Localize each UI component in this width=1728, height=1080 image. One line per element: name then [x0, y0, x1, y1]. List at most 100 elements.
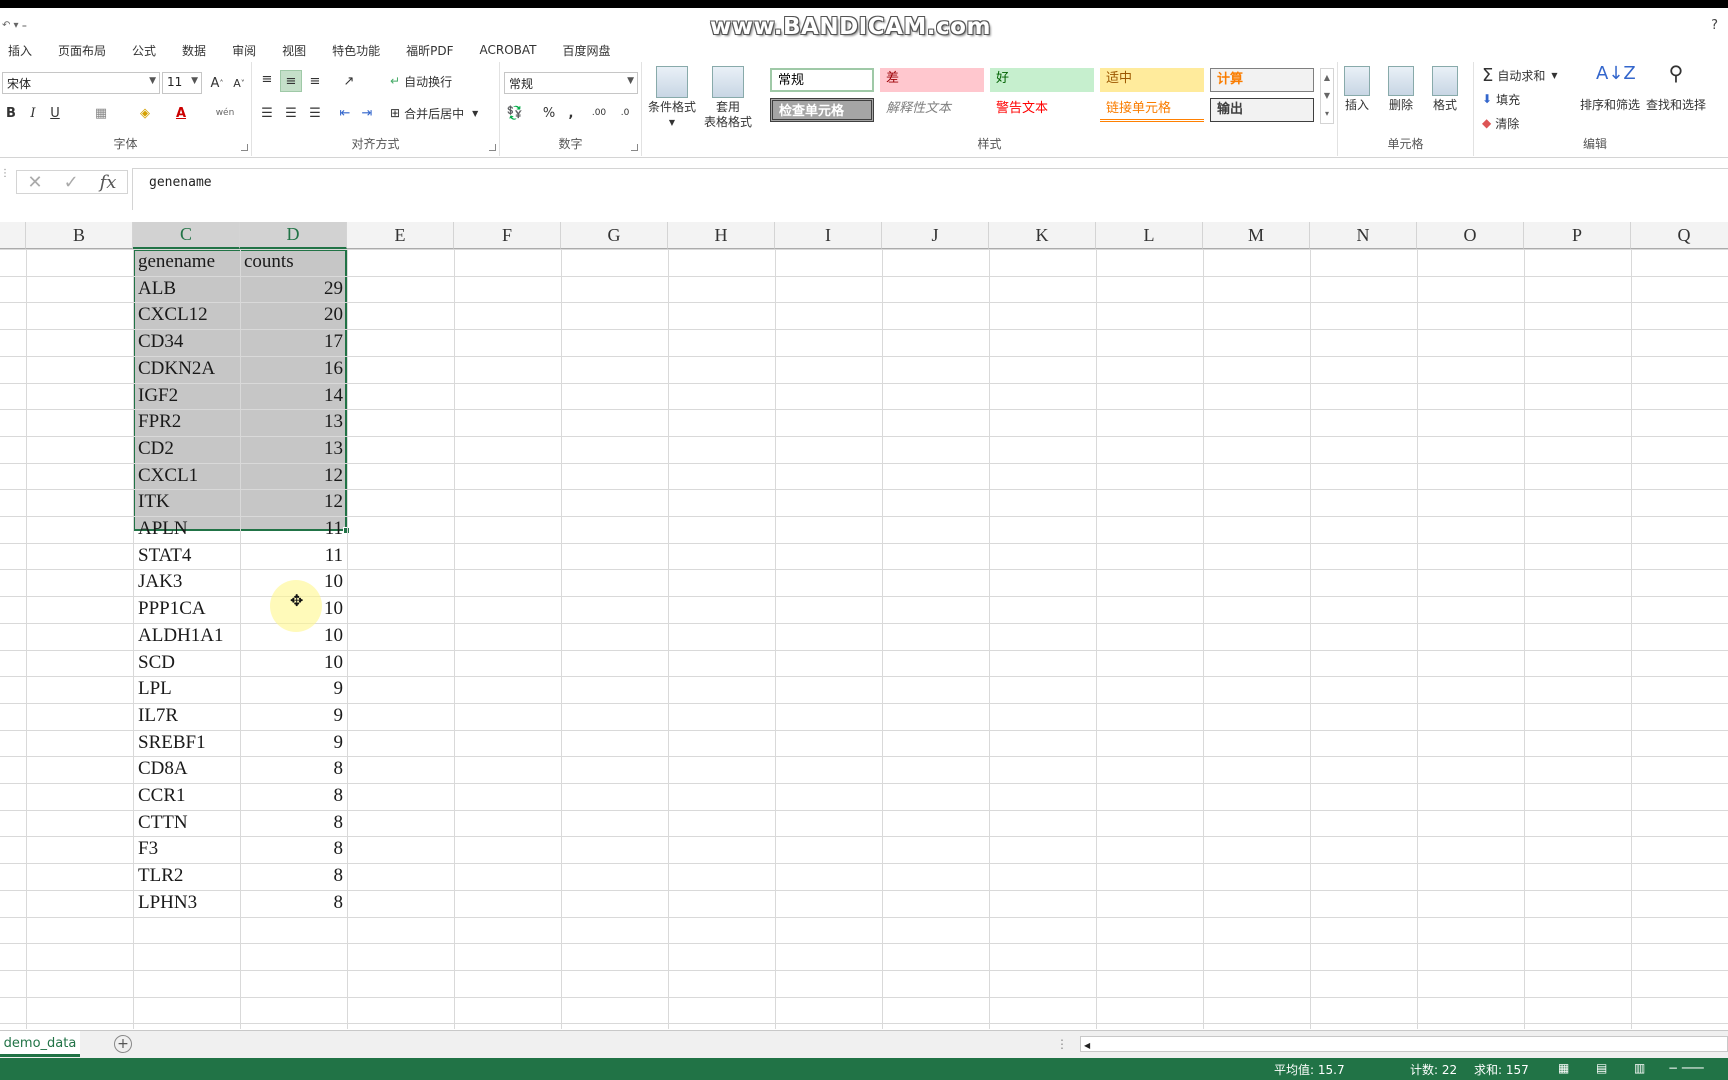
cell-genename[interactable]: ITK	[134, 489, 240, 515]
page-layout-icon[interactable]: ▤	[1596, 1061, 1607, 1075]
cell-counts[interactable]: 20	[240, 302, 347, 328]
style-output[interactable]: 输出	[1210, 98, 1314, 122]
column-header-c[interactable]: C	[133, 222, 240, 249]
scroll-left-icon[interactable]: ◀	[1081, 1041, 1090, 1050]
column-header-q[interactable]: Q	[1631, 222, 1728, 249]
cell-counts[interactable]: 11	[240, 543, 347, 569]
cell-genename[interactable]: SREBF1	[134, 730, 240, 756]
ribbon-tab[interactable]: 公式	[119, 42, 169, 59]
merge-center-button[interactable]: ⊞ 合并后居中 ▼	[390, 102, 478, 124]
number-format-combo[interactable]: 常规 ▼	[504, 72, 638, 94]
quick-access-toolbar[interactable]: ↶ ▾ ₌	[2, 20, 27, 31]
cell-genename[interactable]: TLR2	[134, 863, 240, 889]
cell-genename[interactable]: CXCL1	[134, 463, 240, 489]
cell-counts[interactable]: 13	[240, 409, 347, 435]
style-explanatory[interactable]: 解释性文本	[880, 98, 984, 122]
find-select-button[interactable]: ⚲ 查找和选择	[1642, 63, 1710, 113]
column-header-k[interactable]: K	[989, 222, 1096, 249]
align-center-icon[interactable]: ☰	[280, 102, 302, 124]
cell-counts[interactable]: 13	[240, 436, 347, 462]
normal-view-icon[interactable]: ▦	[1558, 1061, 1569, 1075]
dialog-launcher-icon[interactable]	[489, 144, 496, 151]
cell-genename[interactable]: IGF2	[134, 383, 240, 409]
decrease-decimal-icon[interactable]: .0	[614, 102, 636, 124]
format-as-table-button[interactable]: 套用 表格格式	[702, 66, 754, 130]
cell-counts[interactable]: 14	[240, 383, 347, 409]
cell-counts[interactable]: 11	[240, 516, 347, 542]
cell-counts[interactable]: 12	[240, 463, 347, 489]
cell-genename[interactable]: CD34	[134, 329, 240, 355]
cell-genename[interactable]: CDKN2A	[134, 356, 240, 382]
column-header-f[interactable]: F	[454, 222, 561, 249]
cell-genename[interactable]: FPR2	[134, 409, 240, 435]
orientation-icon[interactable]: ↗	[338, 70, 360, 92]
cell-genename[interactable]: JAK3	[134, 569, 240, 595]
worksheet-grid[interactable]: genename counts ALB 29 CXCL12 20 CD34 17 CDKN2A 1…	[0, 249, 1728, 1029]
cell-counts[interactable]: 9	[240, 676, 347, 702]
header-cell-genename[interactable]: genename	[134, 249, 240, 275]
select-all-corner[interactable]	[0, 222, 26, 249]
sort-filter-button[interactable]: A↓Z 排序和筛选	[1574, 65, 1646, 113]
grow-font-icon[interactable]: A ˄	[206, 72, 228, 94]
border-icon[interactable]: ▦	[90, 102, 112, 124]
cell-genename[interactable]: F3	[134, 836, 240, 862]
cell-genename[interactable]: ALDH1A1	[134, 623, 240, 649]
ribbon-tab[interactable]: 特色功能	[319, 42, 393, 59]
italic-icon[interactable]: I	[22, 102, 44, 124]
comma-icon[interactable]: ,	[560, 102, 582, 124]
style-good[interactable]: 好	[990, 68, 1094, 92]
styles-scroll[interactable]: ▲ ▼ ▾	[1320, 68, 1334, 124]
clear-button[interactable]: ◆ 清除	[1482, 112, 1519, 134]
page-break-icon[interactable]: ▥	[1634, 1061, 1645, 1075]
zoom-slider[interactable]: − ───	[1668, 1061, 1704, 1075]
cell-genename[interactable]: PPP1CA	[134, 596, 240, 622]
cell-counts[interactable]: 9	[240, 703, 347, 729]
cell-counts[interactable]: 8	[240, 756, 347, 782]
cell-genename[interactable]: CTTN	[134, 810, 240, 836]
style-normal[interactable]: 常规	[770, 68, 874, 92]
fill-button[interactable]: ⬇ 填充	[1482, 88, 1520, 110]
cell-counts[interactable]: 8	[240, 783, 347, 809]
cell-counts[interactable]: 8	[240, 890, 347, 916]
style-linked-cell[interactable]: 链接单元格	[1100, 98, 1204, 122]
style-warning[interactable]: 警告文本	[990, 98, 1094, 122]
ribbon-tab[interactable]: 插入	[0, 42, 45, 59]
percent-icon[interactable]: %	[538, 102, 560, 124]
cell-genename[interactable]: CD2	[134, 436, 240, 462]
style-calculation[interactable]: 计算	[1210, 68, 1314, 92]
cell-counts[interactable]: 8	[240, 863, 347, 889]
enter-icon[interactable]: ✓	[64, 172, 79, 193]
wrap-text-button[interactable]: ↵ 自动换行	[390, 70, 452, 92]
ribbon-tab[interactable]: 视图	[269, 42, 319, 59]
align-left-icon[interactable]: ☰	[256, 102, 278, 124]
cell-counts[interactable]: 29	[240, 276, 347, 302]
cell-counts[interactable]: 8	[240, 810, 347, 836]
cell-counts[interactable]: 17	[240, 329, 347, 355]
cell-counts[interactable]: 12	[240, 489, 347, 515]
cell-genename[interactable]: STAT4	[134, 543, 240, 569]
cell-genename[interactable]: LPHN3	[134, 890, 240, 916]
font-name-combo[interactable]: 宋体 ▼	[2, 72, 160, 94]
sheet-tab-demo-data[interactable]: demo_data	[0, 1031, 80, 1057]
increase-decimal-icon[interactable]: .00	[588, 102, 610, 124]
style-bad[interactable]: 差	[880, 68, 984, 92]
decrease-indent-icon[interactable]: ⇤	[334, 102, 356, 124]
column-header-j[interactable]: J	[882, 222, 989, 249]
column-header-l[interactable]: L	[1096, 222, 1203, 249]
column-header-b[interactable]: B	[26, 222, 133, 249]
column-header-p[interactable]: P	[1524, 222, 1631, 249]
cell-genename[interactable]: CXCL12	[134, 302, 240, 328]
dialog-launcher-icon[interactable]	[241, 144, 248, 151]
shrink-font-icon[interactable]: A ˅	[228, 72, 250, 94]
autosum-button[interactable]: Σ 自动求和 ▼	[1482, 64, 1558, 86]
cell-counts[interactable]: 10	[240, 650, 347, 676]
cell-genename[interactable]: CCR1	[134, 783, 240, 809]
cancel-icon[interactable]: ✕	[27, 172, 42, 193]
underline-icon[interactable]: U	[44, 102, 66, 124]
align-middle-icon[interactable]: ≡	[280, 70, 302, 92]
cell-genename[interactable]: ALB	[134, 276, 240, 302]
insert-cells-button[interactable]: 插入	[1334, 66, 1380, 113]
insert-function-icon[interactable]: fx	[100, 172, 117, 193]
column-header-i[interactable]: I	[775, 222, 882, 249]
style-check-cell[interactable]: 检查单元格	[770, 98, 874, 122]
